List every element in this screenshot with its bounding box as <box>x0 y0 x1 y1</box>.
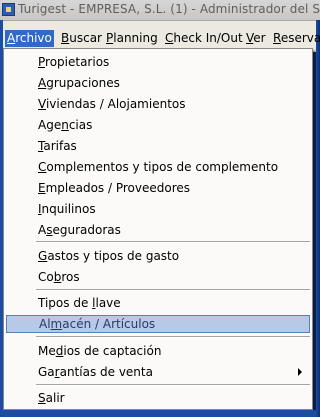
item-accesskey: V <box>38 97 46 111</box>
menu-planning-label: lanning <box>113 31 158 45</box>
menu-item-complementos[interactable]: Complementos y tipos de complemento <box>6 158 310 176</box>
item-accesskey: S <box>38 391 46 405</box>
menu-reservas[interactable]: Reservas <box>273 30 320 47</box>
archivo-dropdown-menu: Propietarios Agrupaciones Viviendas / Al… <box>3 48 313 410</box>
menu-separator <box>36 384 310 386</box>
item-label: ios de captación <box>63 344 162 358</box>
item-label-pre: Age <box>38 118 62 132</box>
screen: Turigest - EMPRESA, S.L. (1) - Administr… <box>0 0 320 417</box>
item-label: ropietarios <box>45 55 110 69</box>
item-label: ros <box>61 270 80 284</box>
item-accesskey: P <box>38 55 46 69</box>
menu-item-salir[interactable]: Salir <box>6 389 310 407</box>
window-title: Turigest - EMPRESA, S.L. (1) - Administr… <box>18 2 320 16</box>
item-label: grupaciones <box>46 76 120 90</box>
app-icon <box>2 3 15 16</box>
menu-item-almacen-articulos[interactable]: Almacén / Artículos <box>6 315 310 333</box>
menu-reservas-label: eservas <box>280 31 320 45</box>
menu-check-label: heck In/Out <box>173 31 243 45</box>
item-label-pre: Me <box>38 344 56 358</box>
menu-item-inquilinos[interactable]: Inquilinos <box>6 200 310 218</box>
item-label: antías de venta <box>59 365 153 379</box>
menu-ver-label: er <box>253 31 266 45</box>
item-label-pre: A <box>38 223 47 237</box>
menu-item-agrupaciones[interactable]: Agrupaciones <box>6 74 310 92</box>
menu-item-gastos[interactable]: Gastos y tipos de gasto <box>6 247 310 265</box>
item-label-pre: Ga <box>38 365 55 379</box>
title-bar: Turigest - EMPRESA, S.L. (1) - Administr… <box>0 0 320 21</box>
menu-reservas-accesskey: R <box>273 31 281 45</box>
item-label: nquilinos <box>41 202 96 216</box>
item-label-pre: Al <box>39 317 51 331</box>
menu-ver[interactable]: Ver <box>246 30 266 47</box>
menu-item-tarifas[interactable]: Tarifas <box>6 137 310 155</box>
menu-item-cobros[interactable]: Cobros <box>6 268 310 286</box>
menu-item-tipos-de-llave[interactable]: Tipos de llave <box>6 294 310 312</box>
item-label: omplementos y tipos de complemento <box>46 160 279 174</box>
menu-separator <box>36 289 310 291</box>
menu-item-propietarios[interactable]: Propietarios <box>6 53 310 71</box>
menu-separator <box>36 241 310 243</box>
item-accesskey: A <box>38 76 47 90</box>
submenu-arrow-icon <box>298 368 302 376</box>
menu-separator <box>36 336 310 338</box>
item-label: lave <box>95 296 121 310</box>
menu-item-viviendas-alojamientos[interactable]: Viviendas / Alojamientos <box>6 95 310 113</box>
item-accesskey: n <box>61 118 69 132</box>
item-label: arifas <box>43 139 77 153</box>
item-accesskey: G <box>38 249 48 263</box>
item-accesskey: E <box>38 181 46 195</box>
menu-buscar[interactable]: Buscar <box>61 30 102 47</box>
item-label: astos y tipos de gasto <box>47 249 180 263</box>
menu-archivo-accesskey: A <box>7 31 16 45</box>
window-frame-bottom <box>3 410 316 417</box>
item-label: eguradoras <box>52 223 121 237</box>
window-frame-right <box>316 20 320 417</box>
item-label-pre: Co <box>38 270 54 284</box>
menu-buscar-label: uscar <box>69 31 102 45</box>
menu-archivo-label: rchivo <box>15 31 52 45</box>
item-label-pre: Tipos de <box>38 296 93 310</box>
menu-check-in-out[interactable]: Check In/Out <box>165 30 243 47</box>
menu-item-garantias-de-venta[interactable]: Garantías de venta <box>6 363 310 381</box>
item-label: cias <box>68 118 93 132</box>
menu-buscar-accesskey: B <box>61 31 70 45</box>
item-label: acén / Artículos <box>62 317 156 331</box>
menu-planning[interactable]: Planning <box>106 30 158 47</box>
menu-item-aseguradoras[interactable]: Aseguradoras <box>6 221 310 239</box>
item-label: iviendas / Alojamientos <box>45 97 186 111</box>
item-accesskey: m <box>50 317 63 331</box>
menu-archivo[interactable]: Archivo <box>5 30 54 47</box>
item-label: alir <box>45 391 65 405</box>
menu-item-agencias[interactable]: Agencias <box>6 116 310 134</box>
menu-item-medios-de-captacion[interactable]: Medios de captación <box>6 342 310 360</box>
item-label: mpleados / Proveedores <box>45 181 191 195</box>
menu-item-empleados-proveedores[interactable]: Empleados / Proveedores <box>6 179 310 197</box>
